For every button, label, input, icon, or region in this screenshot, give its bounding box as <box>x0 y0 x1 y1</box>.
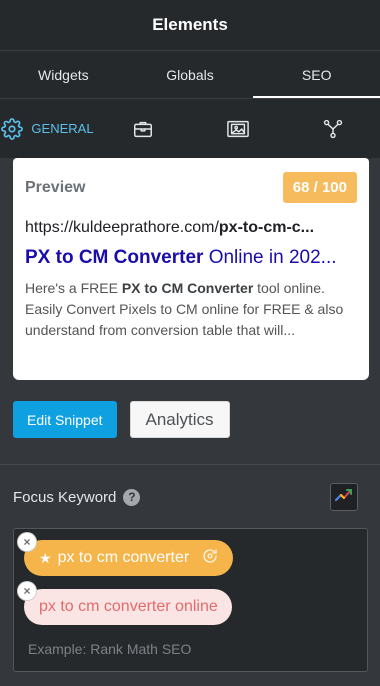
schema-icon <box>322 118 344 140</box>
tab-globals[interactable]: Globals <box>127 51 254 98</box>
seo-subtabs: GENERAL <box>0 98 380 158</box>
divider <box>0 464 380 465</box>
preview-actions: Edit Snippet Analytics <box>12 401 368 438</box>
focus-keyword-header: Focus Keyword ? <box>12 483 368 511</box>
star-icon: ★ <box>39 549 52 566</box>
preview-desc-part-1: Here's a FREE <box>25 280 122 296</box>
subtab-schema[interactable] <box>285 99 380 158</box>
tab-seo[interactable]: SEO <box>253 51 380 98</box>
subtab-general[interactable]: GENERAL <box>0 99 95 158</box>
focus-keyword-label-text: Focus Keyword <box>13 488 117 506</box>
toolbox-icon <box>132 118 154 140</box>
refresh-icon[interactable] <box>201 547 219 570</box>
snippet-preview: Preview 68 / 100 https://kuldeeprathore.… <box>13 158 369 380</box>
panel-title: Elements <box>152 15 228 34</box>
primary-keyword-tag[interactable]: × ★ px to cm converter <box>18 533 234 576</box>
preview-url: https://kuldeeprathore.com/px-to-cm-c... <box>25 219 357 237</box>
preview-title-rest: Online in 202... <box>203 247 337 268</box>
edit-snippet-button[interactable]: Edit Snippet <box>13 401 117 438</box>
trend-chart-icon <box>335 488 353 507</box>
tab-widgets[interactable]: Widgets <box>0 51 127 98</box>
focus-keyword-label: Focus Keyword ? <box>13 488 141 506</box>
main-tabs: Widgets Globals SEO <box>0 50 380 98</box>
keyword-placeholder: Example: Rank Math SEO <box>28 641 192 657</box>
preview-label: Preview <box>25 178 86 196</box>
secondary-keyword-text: px to cm converter online <box>39 598 218 615</box>
preview-url-slug: px-to-cm-c... <box>218 219 315 236</box>
subtab-general-label: GENERAL <box>31 121 94 136</box>
preview-description: Here's a FREE PX to CM Converter tool on… <box>25 278 357 341</box>
subtab-social[interactable] <box>190 99 285 158</box>
preview-title-keyword: PX to CM Converter <box>25 247 204 268</box>
primary-keyword-text: px to cm converter <box>57 549 190 566</box>
focus-keyword-input[interactable]: × ★ px to cm converter × px to cm conver… <box>13 528 368 672</box>
preview-header: Preview 68 / 100 <box>25 172 357 203</box>
preview-desc-keyword: PX to CM Converter <box>121 280 254 296</box>
secondary-keyword-tag[interactable]: × px to cm converter online <box>18 582 232 625</box>
subtab-advanced[interactable] <box>95 99 190 158</box>
help-icon[interactable]: ? <box>123 488 141 506</box>
seo-score-badge: 68 / 100 <box>282 172 357 203</box>
seo-general-content: Preview 68 / 100 https://kuldeeprathore.… <box>0 158 380 672</box>
panel-header: Elements <box>0 0 380 50</box>
analytics-button[interactable]: Analytics <box>129 401 230 438</box>
gear-icon <box>1 117 24 140</box>
remove-keyword-icon[interactable]: × <box>18 582 36 600</box>
keyword-trends-button[interactable] <box>330 483 358 511</box>
preview-title: PX to CM Converter Online in 202... <box>25 247 357 269</box>
remove-keyword-icon[interactable]: × <box>18 533 36 551</box>
image-frame-icon <box>226 118 250 140</box>
preview-url-base: https://kuldeeprathore.com/ <box>25 219 219 236</box>
